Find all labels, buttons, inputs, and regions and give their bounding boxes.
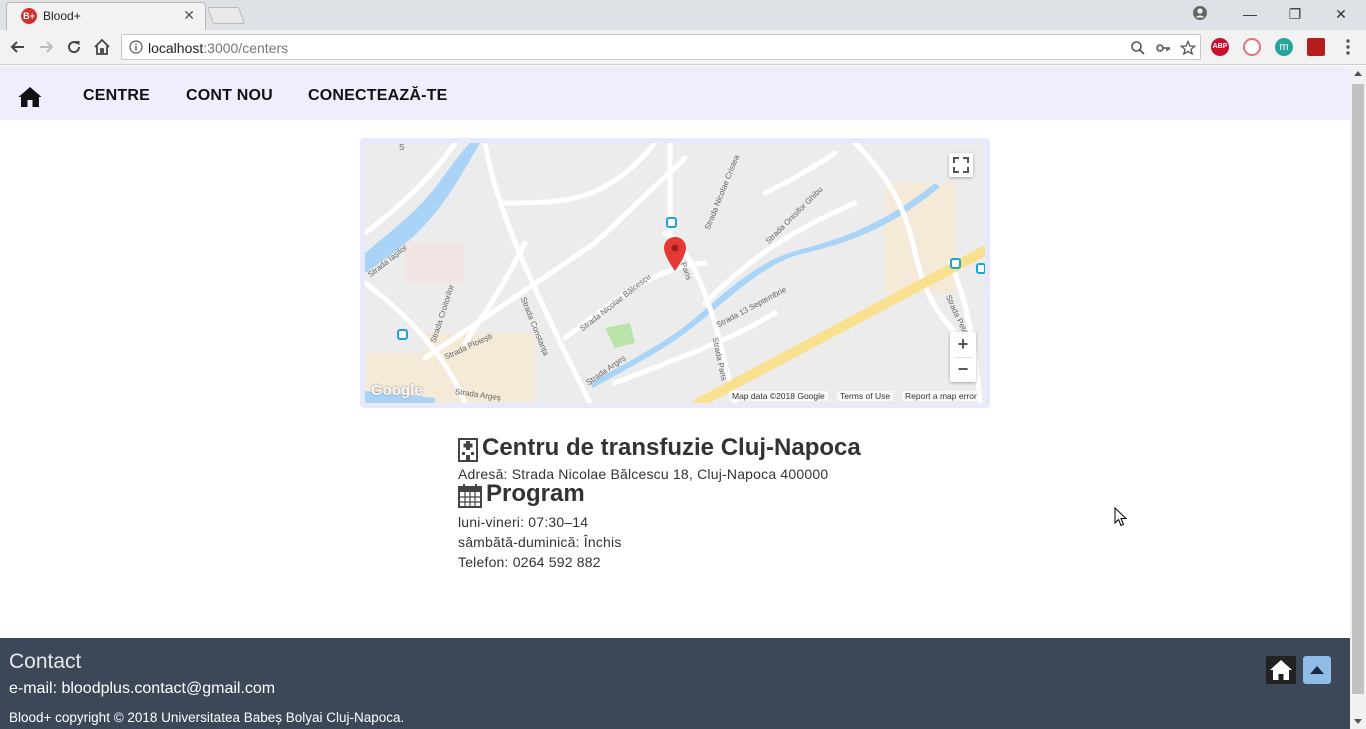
nav-link-centre[interactable]: CENTRE bbox=[83, 87, 150, 105]
zoom-icon[interactable] bbox=[1130, 40, 1146, 56]
back-icon[interactable] bbox=[8, 37, 28, 57]
tab-title: Blood+ bbox=[43, 9, 81, 23]
zoom-controls: + − bbox=[950, 332, 976, 382]
restore-icon[interactable]: ❐ bbox=[1285, 4, 1305, 24]
bookmark-star-icon[interactable] bbox=[1180, 40, 1196, 56]
close-window-icon[interactable]: ✕ bbox=[1331, 4, 1351, 24]
adblock-icon[interactable]: ABP bbox=[1211, 38, 1229, 56]
google-logo: Google bbox=[371, 382, 423, 399]
nav-link-conecteaza-te[interactable]: CONECTEAZĂ-TE bbox=[308, 87, 447, 105]
map-container: S Strada Iașilor Strada Croitorilor Stra… bbox=[360, 138, 990, 408]
street-label: S bbox=[399, 143, 405, 152]
map-data-text: Map data ©2018 Google bbox=[729, 391, 828, 401]
scroll-to-top-button[interactable] bbox=[1303, 656, 1331, 684]
forward-icon[interactable] bbox=[36, 37, 56, 57]
location-pin-icon[interactable] bbox=[664, 237, 686, 271]
url-text: localhost:3000/centers bbox=[148, 40, 289, 56]
fullscreen-button[interactable] bbox=[949, 153, 973, 177]
zoom-in-button[interactable]: + bbox=[950, 332, 976, 357]
terms-of-use-link[interactable]: Terms of Use bbox=[837, 391, 894, 401]
center-heading: Centru de transfuzie Cluj-Napoca bbox=[458, 434, 978, 462]
extension-puzzle-icon[interactable] bbox=[1307, 38, 1325, 56]
extension-m-icon[interactable]: m bbox=[1275, 38, 1293, 56]
home-icon[interactable] bbox=[18, 86, 42, 108]
center-info: Centru de transfuzie Cluj-Napoca Adresă:… bbox=[458, 434, 978, 570]
fullscreen-icon bbox=[953, 157, 969, 173]
scroll-down-icon[interactable] bbox=[1354, 719, 1362, 724]
site-footer: Contact e-mail: bloodplus.contact@gmail.… bbox=[0, 638, 1350, 729]
browser-toolbar: localhost:3000/centers ABP m bbox=[0, 30, 1366, 65]
center-phone: Telefon: 0264 592 882 bbox=[458, 554, 601, 570]
home-icon bbox=[1270, 660, 1292, 680]
browser-tab-strip: B+ Blood+ ✕ — ❐ ✕ bbox=[0, 0, 1366, 30]
scroll-thumb[interactable] bbox=[1352, 84, 1364, 694]
profile-icon[interactable] bbox=[1192, 5, 1208, 21]
footer-email[interactable]: e-mail: bloodplus.contact@gmail.com bbox=[9, 680, 275, 698]
site-navbar: CENTRE CONT NOU CONECTEAZĂ-TE bbox=[0, 66, 1350, 120]
footer-copyright: Blood+ copyright © 2018 Universitatea Ba… bbox=[9, 710, 405, 725]
scroll-up-icon[interactable] bbox=[1354, 71, 1362, 76]
minimize-icon[interactable]: — bbox=[1240, 4, 1260, 24]
hospital-icon bbox=[458, 438, 478, 462]
mouse-cursor-icon bbox=[1114, 507, 1128, 527]
reload-icon[interactable] bbox=[64, 37, 84, 57]
footer-title: Contact bbox=[9, 650, 82, 673]
caret-up-icon bbox=[1310, 666, 1324, 674]
home-browser-icon[interactable] bbox=[92, 37, 112, 57]
new-tab-button[interactable] bbox=[206, 7, 246, 24]
extension-icon[interactable] bbox=[1243, 38, 1261, 56]
browser-tab[interactable]: B+ Blood+ ✕ bbox=[6, 2, 206, 30]
page-scrollbar[interactable] bbox=[1350, 66, 1366, 729]
nav-link-cont-nou[interactable]: CONT NOU bbox=[186, 87, 273, 105]
tab-close-icon[interactable]: ✕ bbox=[183, 7, 195, 24]
report-map-error-link[interactable]: Report a map error bbox=[902, 391, 980, 401]
key-icon[interactable] bbox=[1155, 40, 1171, 56]
center-name: Centru de transfuzie Cluj-Napoca bbox=[482, 434, 861, 461]
info-icon[interactable] bbox=[129, 40, 143, 54]
hours-weekend: sâmbătă-duminică: Închis bbox=[458, 534, 622, 550]
hours-weekdays: luni-vineri: 07:30–14 bbox=[458, 514, 589, 530]
browser-menu-icon[interactable] bbox=[1345, 38, 1351, 56]
google-map[interactable]: S Strada Iașilor Strada Croitorilor Stra… bbox=[365, 143, 985, 403]
program-heading: Program bbox=[458, 480, 978, 508]
zoom-out-button[interactable]: − bbox=[950, 358, 976, 382]
program-title: Program bbox=[486, 480, 585, 507]
footer-home-button[interactable] bbox=[1266, 656, 1296, 684]
address-bar[interactable]: localhost:3000/centers bbox=[121, 34, 1201, 60]
map-roads bbox=[365, 143, 985, 403]
favicon-icon: B+ bbox=[21, 8, 37, 24]
calendar-icon bbox=[458, 484, 482, 508]
